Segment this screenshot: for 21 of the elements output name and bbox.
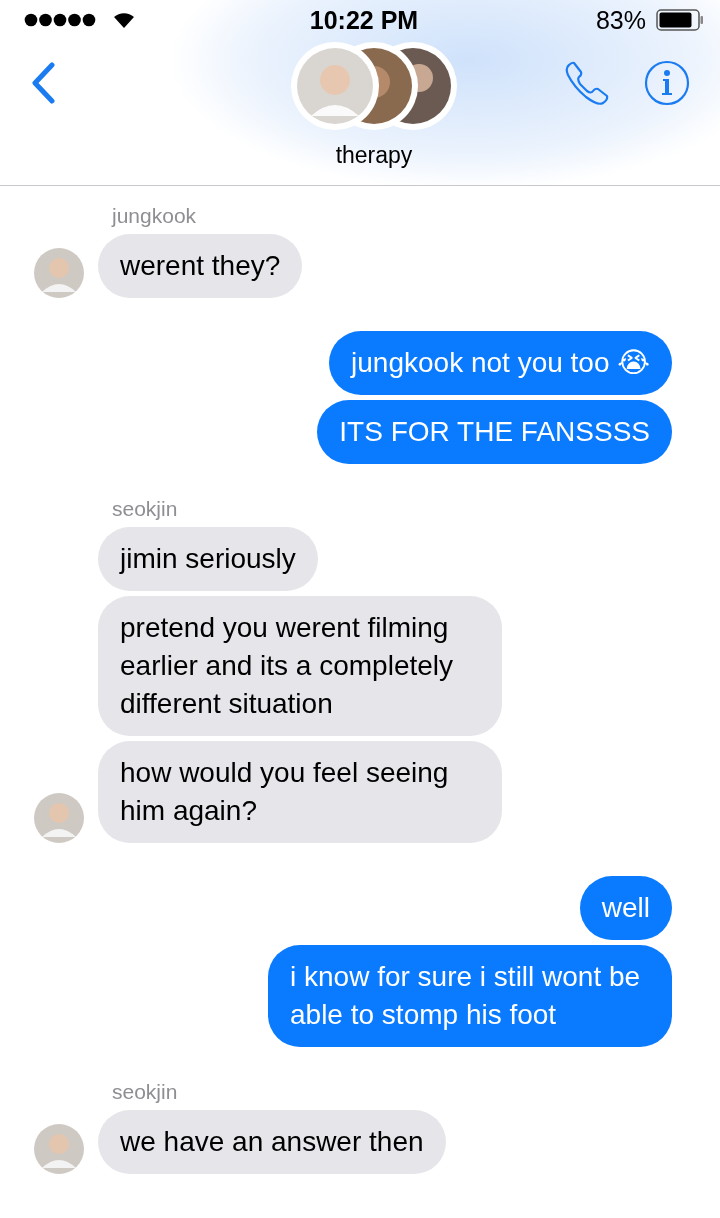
- conversation-title: therapy: [335, 142, 413, 169]
- sender-name: jungkook: [112, 204, 198, 228]
- sender-name: seokjin: [112, 1080, 179, 1104]
- sender-name: seokjin: [112, 497, 179, 521]
- group-avatars[interactable]: [289, 40, 459, 132]
- message-bubble: i know for sure i still wont be able to stomp his foot: [268, 945, 672, 1047]
- status-time: 10:22 PM: [309, 5, 419, 35]
- message-bubble: well: [579, 876, 672, 940]
- message-bubble: we have an answer then: [98, 1110, 446, 1174]
- message-bubble: ITS FOR THE FANSSSS: [317, 400, 672, 464]
- message-bubble: pretend you werent filming earlier and its a completely different situation: [98, 596, 502, 736]
- info-icon[interactable]: [644, 60, 690, 106]
- message-bubble: werent they?: [98, 234, 303, 298]
- battery-percent: 83%: [595, 5, 646, 35]
- phone-icon[interactable]: [564, 60, 610, 106]
- message-bubble: jungkook not you too 😭: [329, 331, 672, 395]
- back-icon[interactable]: [30, 62, 56, 104]
- battery-icon: [656, 9, 704, 31]
- message-bubble: jimin seriously: [98, 527, 318, 591]
- wifi-icon: [112, 11, 136, 29]
- message-bubble: how would you feel seeing him again?: [98, 741, 502, 843]
